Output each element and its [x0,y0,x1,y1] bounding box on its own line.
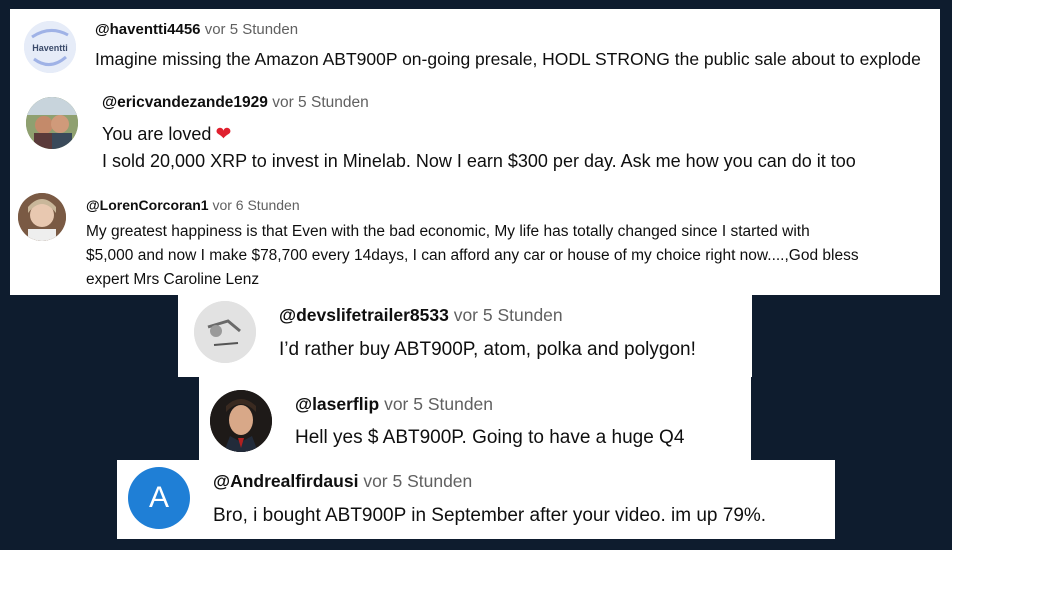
avatar-logo-text: Haventti [32,43,68,53]
avatar[interactable]: A [128,467,190,529]
comment-author[interactable]: @LorenCorcoran1 [86,197,209,213]
comment-author[interactable]: @Andrealfirdausi [213,471,358,491]
comment-text: You are loved [102,124,212,144]
comment-author[interactable]: @ericvandezande1929 [102,94,268,111]
comment-text: Bro, i bought ABT900P in September after… [213,505,767,526]
comment-meta: @Andrealfirdausi vor 5 Stunden [213,471,472,492]
heart-icon: ❤ [215,124,232,145]
comment-meta: @laserflip vor 5 Stunden [295,394,493,415]
comment-card: Haventti @haventti4456 vor 5 Stunden Ima… [10,9,940,85]
avatar[interactable] [18,193,66,241]
comment-text: I sold 20,000 XRP to invest in Minelab. … [102,151,856,171]
comment-author[interactable]: @devslifetrailer8533 [279,305,449,325]
comment-text: Hell yes $ ABT900P. Going to have a huge… [295,427,685,448]
avatar[interactable] [26,97,78,149]
comment-text: My greatest happiness is that Even with … [86,223,810,240]
avatar[interactable]: Haventti [24,21,76,73]
comment-meta: @LorenCorcoran1 vor 6 Stunden [86,197,300,213]
comment-time[interactable]: vor 5 Stunden [272,94,369,111]
comment-time[interactable]: vor 5 Stunden [205,21,298,38]
comment-text: I’d rather buy ABT900P, atom, polka and … [279,339,696,360]
comment-text: $5,000 and now I make $78,700 every 14da… [86,247,859,264]
comment-meta: @ericvandezande1929 vor 5 Stunden [102,94,369,112]
comment-meta: @devslifetrailer8533 vor 5 Stunden [279,305,563,326]
comment-text: Imagine missing the Amazon ABT900P on-go… [95,49,921,69]
comment-time[interactable]: vor 5 Stunden [454,305,563,325]
avatar[interactable] [210,390,272,452]
comment-time[interactable]: vor 6 Stunden [212,197,299,213]
comment-author[interactable]: @laserflip [295,394,379,414]
comment-text: expert Mrs Caroline Lenz [86,271,260,288]
comment-card: @devslifetrailer8533 vor 5 Stunden I’d r… [178,295,752,377]
comment-card: @laserflip vor 5 Stunden Hell yes $ ABT9… [199,377,751,460]
comment-time[interactable]: vor 5 Stunden [363,471,472,491]
avatar[interactable] [194,301,256,363]
comment-author[interactable]: @haventti4456 [95,21,201,38]
comment-time[interactable]: vor 5 Stunden [384,394,493,414]
comment-text-line: You are loved ❤ [102,123,231,146]
comment-card: A @Andrealfirdausi vor 5 Stunden Bro, i … [117,460,835,539]
comment-card: @ericvandezande1929 vor 5 Stunden You ar… [10,85,940,185]
comment-card: @LorenCorcoran1 vor 6 Stunden My greates… [10,185,940,295]
comment-meta: @haventti4456 vor 5 Stunden [95,21,298,38]
